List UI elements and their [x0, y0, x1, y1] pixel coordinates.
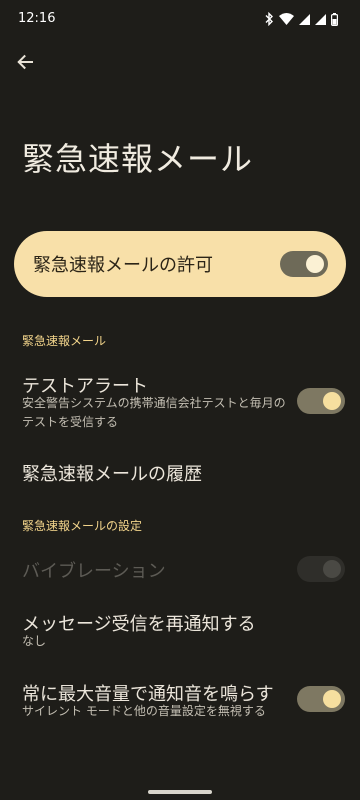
signal-icon: [299, 13, 310, 25]
battery-icon: [331, 12, 338, 26]
max-volume-switch[interactable]: [297, 686, 345, 712]
master-toggle-card[interactable]: 緊急速報メールの許可: [14, 231, 346, 297]
signal-icon: [315, 13, 326, 25]
back-button[interactable]: [10, 49, 40, 79]
page-title: 緊急速報メール: [22, 140, 254, 178]
reminder-summary: なし: [22, 634, 47, 648]
section-header-settings: 緊急速報メールの設定: [22, 519, 143, 533]
switch-thumb: [323, 392, 341, 410]
bluetooth-icon: [264, 12, 274, 26]
switch-thumb: [323, 690, 341, 708]
wifi-icon: [279, 13, 294, 25]
status-time: 12:16: [18, 11, 56, 26]
test-alert-summary: 安全警告システムの携帯通信会社テストと毎月のテストを受信する: [22, 396, 286, 429]
status-bar: 12:16: [0, 0, 360, 40]
vibration-switch: [297, 556, 345, 582]
switch-thumb: [306, 255, 324, 273]
switch-thumb: [323, 560, 341, 578]
master-toggle-switch[interactable]: [280, 251, 328, 277]
section-header-alerts: 緊急速報メール: [22, 334, 107, 348]
master-toggle-label: 緊急速報メールの許可: [33, 255, 213, 276]
vibration-title: バイブレーション: [22, 561, 166, 582]
arrow-left-icon: [16, 53, 34, 75]
status-icons: [264, 12, 338, 26]
test-alert-switch[interactable]: [297, 388, 345, 414]
home-gesture-bar[interactable]: [148, 790, 212, 794]
alert-history-item[interactable]: 緊急速報メールの履歴: [22, 460, 202, 486]
max-volume-summary: サイレント モードと他の音量設定を無視する: [22, 704, 266, 718]
